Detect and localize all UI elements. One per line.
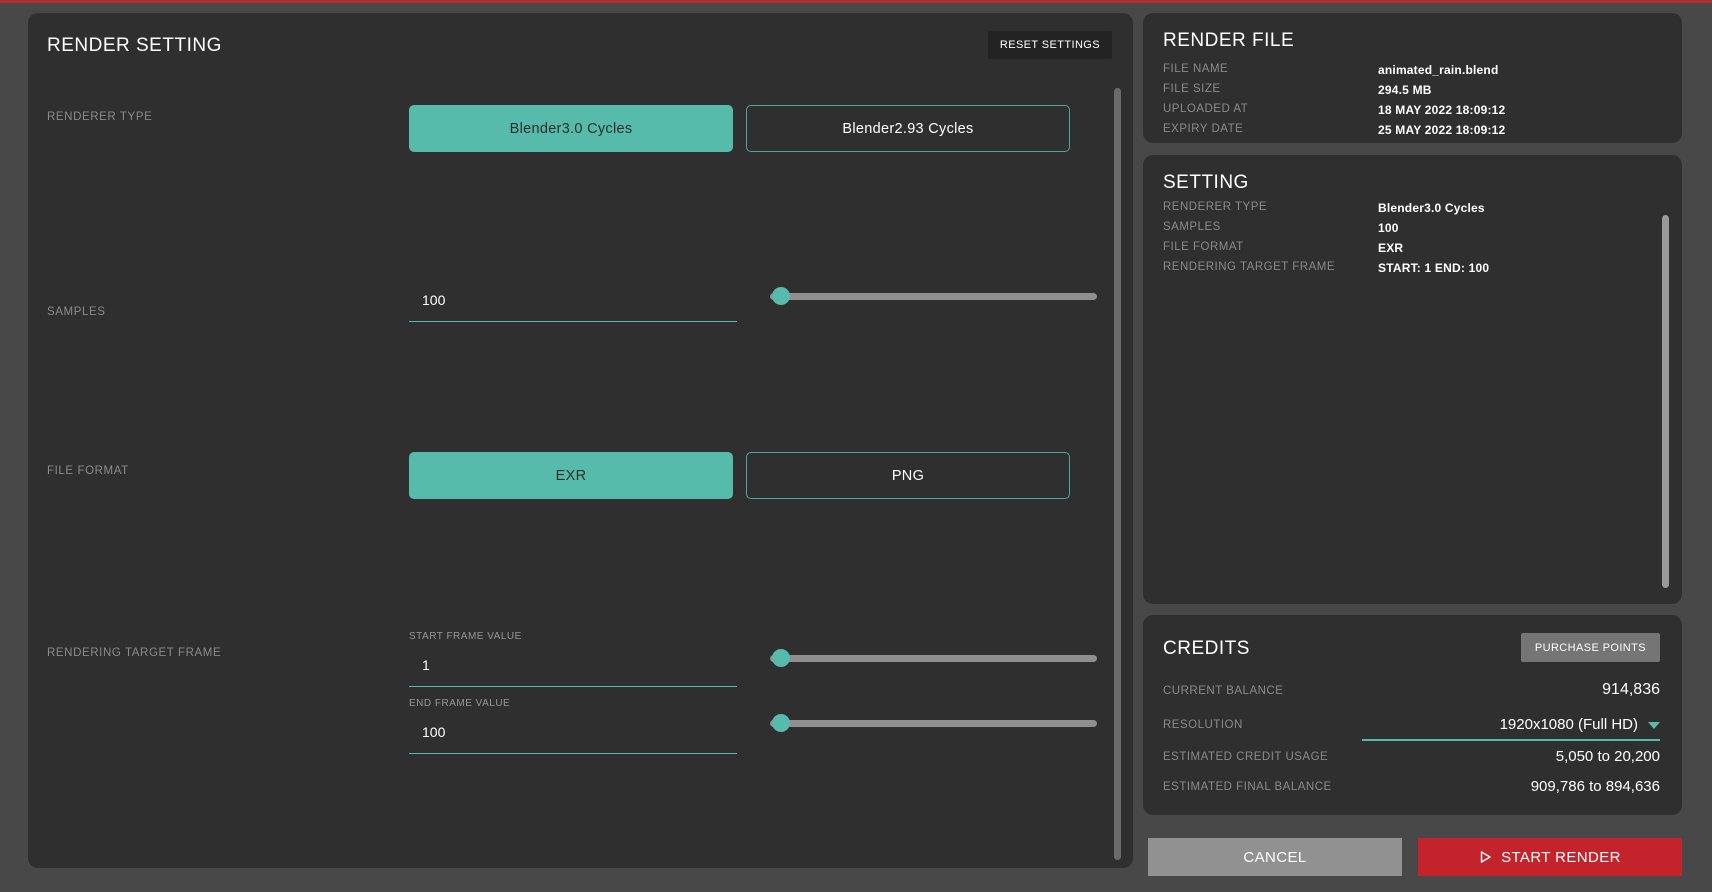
- summary-target-frame-row: RENDERING TARGET FRAME START: 1 END: 100: [1163, 261, 1662, 279]
- final-balance-label: ESTIMATED FINAL BALANCE: [1163, 781, 1332, 793]
- final-balance-value: 909,786 to 894,636: [1531, 778, 1660, 795]
- cancel-button-label: CANCEL: [1243, 849, 1306, 866]
- setting-summary-panel: SETTING RENDERER TYPE Blender3.0 Cycles …: [1143, 155, 1682, 604]
- samples-slider-thumb[interactable]: [772, 287, 790, 305]
- credits-title: CREDITS: [1163, 638, 1250, 660]
- expiry-date-value: 25 MAY 2022 18:09:12: [1378, 123, 1505, 137]
- render-file-title: RENDER FILE: [1163, 30, 1294, 52]
- end-frame-label: END FRAME VALUE: [409, 698, 510, 709]
- purchase-points-button[interactable]: PURCHASE POINTS: [1521, 633, 1660, 662]
- start-render-button-label: START RENDER: [1501, 849, 1621, 866]
- file-name-row: FILE NAME animated_rain.blend: [1163, 63, 1662, 81]
- render-setting-title: RENDER SETTING: [47, 35, 222, 57]
- summary-renderer-label: RENDERER TYPE: [1163, 201, 1267, 213]
- file-size-label: FILE SIZE: [1163, 83, 1221, 95]
- credit-usage-value: 5,050 to 20,200: [1556, 748, 1660, 765]
- start-frame-input[interactable]: [409, 653, 737, 687]
- uploaded-at-value: 18 MAY 2022 18:09:12: [1378, 103, 1505, 117]
- expiry-date-label: EXPIRY DATE: [1163, 123, 1243, 135]
- summary-format-row: FILE FORMAT EXR: [1163, 241, 1662, 259]
- summary-renderer-value: Blender3.0 Cycles: [1378, 201, 1485, 215]
- current-balance-label: CURRENT BALANCE: [1163, 685, 1283, 697]
- summary-format-label: FILE FORMAT: [1163, 241, 1244, 253]
- start-frame-slider-thumb[interactable]: [772, 649, 790, 667]
- render-setting-scrollbar[interactable]: [1114, 88, 1121, 860]
- cancel-button[interactable]: CANCEL: [1148, 838, 1402, 876]
- start-frame-slider[interactable]: [770, 655, 1097, 662]
- file-name-label: FILE NAME: [1163, 63, 1228, 75]
- setting-summary-scrollbar[interactable]: [1662, 215, 1669, 588]
- expiry-date-row: EXPIRY DATE 25 MAY 2022 18:09:12: [1163, 123, 1662, 141]
- renderer-option-blender30[interactable]: Blender3.0 Cycles: [409, 105, 733, 152]
- top-accent-bar: [0, 0, 1712, 3]
- play-icon: [1479, 850, 1492, 864]
- current-balance-value: 914,836: [1602, 681, 1660, 699]
- resolution-value: 1920x1080 (Full HD): [1500, 716, 1638, 733]
- summary-renderer-row: RENDERER TYPE Blender3.0 Cycles: [1163, 201, 1662, 219]
- resolution-underline: [1362, 739, 1660, 741]
- samples-input[interactable]: [409, 288, 737, 322]
- credits-panel: CREDITS PURCHASE POINTS CURRENT BALANCE …: [1143, 615, 1682, 815]
- chevron-down-icon: [1648, 722, 1660, 729]
- rendering-target-frame-label: RENDERING TARGET FRAME: [47, 647, 221, 659]
- uploaded-at-label: UPLOADED AT: [1163, 103, 1248, 115]
- credit-usage-label: ESTIMATED CREDIT USAGE: [1163, 751, 1328, 763]
- file-name-value: animated_rain.blend: [1378, 63, 1499, 77]
- summary-format-value: EXR: [1378, 241, 1403, 255]
- summary-samples-value: 100: [1378, 221, 1399, 235]
- end-frame-slider-thumb[interactable]: [772, 714, 790, 732]
- uploaded-at-row: UPLOADED AT 18 MAY 2022 18:09:12: [1163, 103, 1662, 121]
- resolution-label: RESOLUTION: [1163, 719, 1243, 731]
- file-size-value: 294.5 MB: [1378, 83, 1432, 97]
- end-frame-input[interactable]: [409, 720, 737, 754]
- renderer-type-label: RENDERER TYPE: [47, 111, 152, 123]
- reset-settings-button[interactable]: RESET SETTINGS: [988, 31, 1112, 59]
- render-setting-panel: RENDER SETTING RESET SETTINGS RENDERER T…: [28, 13, 1133, 868]
- file-format-label: FILE FORMAT: [47, 465, 129, 477]
- render-file-panel: RENDER FILE FILE NAME animated_rain.blen…: [1143, 13, 1682, 143]
- file-size-row: FILE SIZE 294.5 MB: [1163, 83, 1662, 101]
- format-option-exr[interactable]: EXR: [409, 452, 733, 499]
- renderer-option-blender293[interactable]: Blender2.93 Cycles: [746, 105, 1070, 152]
- end-frame-slider[interactable]: [770, 720, 1097, 727]
- summary-samples-row: SAMPLES 100: [1163, 221, 1662, 239]
- summary-target-frame-label: RENDERING TARGET FRAME: [1163, 261, 1335, 273]
- format-option-png[interactable]: PNG: [746, 452, 1070, 499]
- summary-samples-label: SAMPLES: [1163, 221, 1221, 233]
- summary-target-frame-value: START: 1 END: 100: [1378, 261, 1489, 275]
- samples-slider[interactable]: [770, 293, 1097, 300]
- setting-summary-title: SETTING: [1163, 172, 1249, 194]
- resolution-select[interactable]: 1920x1080 (Full HD): [1500, 716, 1660, 733]
- start-render-button[interactable]: START RENDER: [1418, 838, 1682, 876]
- samples-label: SAMPLES: [47, 306, 106, 318]
- render-farm-page: RENDER SETTING RESET SETTINGS RENDERER T…: [0, 0, 1712, 892]
- start-frame-label: START FRAME VALUE: [409, 631, 522, 642]
